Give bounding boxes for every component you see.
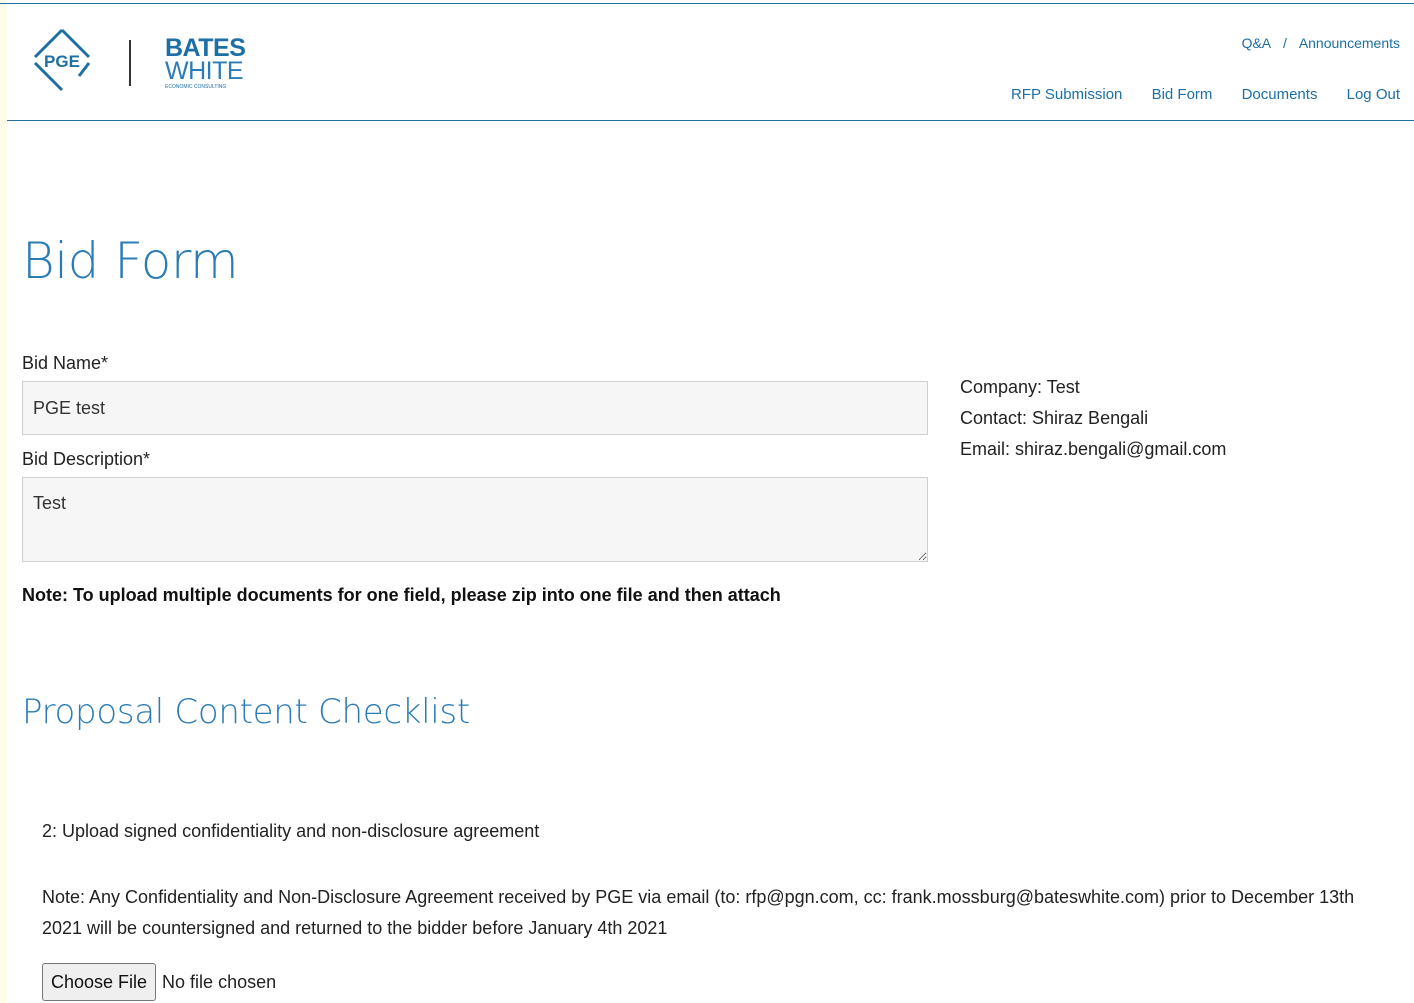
bid-name-input[interactable] [22,381,928,435]
contact-name: Contact: Shiraz Bengali [960,408,1149,428]
company-info: Company: Test Contact: Shiraz Bengali Em… [960,372,1226,465]
upload-note: Note: To upload multiple documents for o… [22,585,781,605]
bid-description-label: Bid Description* [22,449,151,469]
nav-bid-form[interactable]: Bid Form [1152,86,1213,103]
checklist-item-note: Note: Any Confidentiality and Non-Disclo… [42,887,1355,938]
bates-white-logo[interactable]: BATES WHITE ECONOMIC CONSULTING [165,34,249,90]
choose-file-button[interactable]: Choose File [42,963,157,1001]
main-nav: RFP Submission Bid Form Documents Log Ou… [1011,86,1400,103]
pge-logo[interactable]: PGE [27,26,97,96]
bid-description-textarea[interactable]: Test [22,477,928,562]
nav-log-out[interactable]: Log Out [1347,86,1400,103]
logo-divider [129,40,131,86]
bid-name-label: Bid Name* [22,353,109,373]
qa-link[interactable]: Q&A [1242,35,1272,51]
page-edge-strip [0,0,7,1003]
company-name: Company: Test [960,377,1080,397]
file-status: No file chosen [162,971,277,992]
pge-logo-text: PGE [44,52,80,71]
bates-white-logo-tagline: ECONOMIC CONSULTING [165,84,226,90]
nav-documents[interactable]: Documents [1242,86,1318,103]
site-header: PGE BATES WHITE ECONOMIC CONSULTING Q&A … [7,4,1414,121]
bates-white-logo-line2: WHITE [165,57,243,85]
checklist-section-title: Proposal Content Checklist [22,692,470,732]
nav-rfp-submission[interactable]: RFP Submission [1011,86,1122,103]
utility-separator: / [1283,35,1287,51]
announcements-link[interactable]: Announcements [1299,35,1400,51]
page-title: Bid Form [22,232,239,290]
checklist-item-title: 2: Upload signed confidentiality and non… [42,821,540,841]
file-upload-control: Choose File No file chosen [42,963,276,1001]
contact-email: Email: shiraz.bengali@gmail.com [960,439,1227,459]
utility-links: Q&A / Announcements [1242,35,1400,51]
